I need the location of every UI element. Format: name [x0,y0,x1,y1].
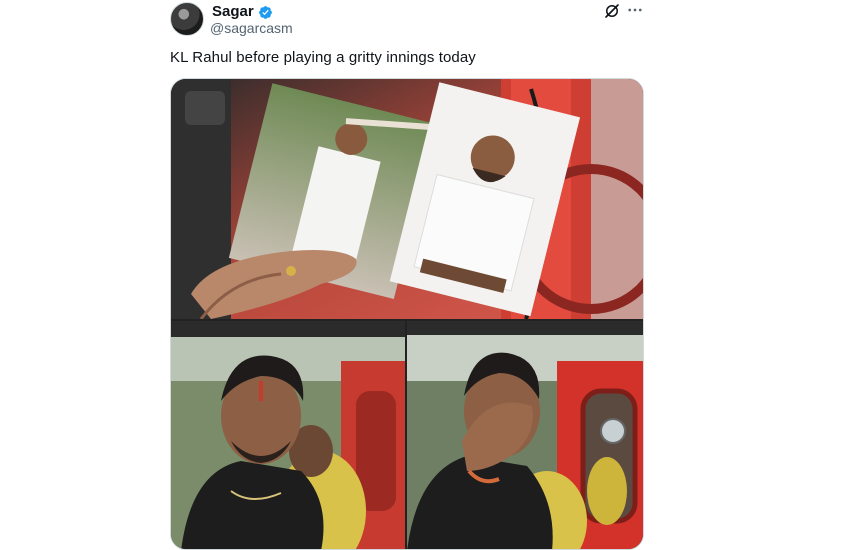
media-panel-bottom-right [407,321,643,549]
author-name-row: Sagar [212,3,273,21]
tweet-media[interactable] [170,78,644,550]
more-options-icon[interactable] [625,1,645,19]
grok-icon[interactable] [603,2,621,20]
media-panel-bottom-left [171,321,405,549]
author-avatar[interactable] [170,2,204,36]
verified-badge-icon [258,5,272,19]
tweet-text: KL Rahul before playing a gritty innings… [170,49,476,66]
author-handle[interactable]: @sagarcasm [210,20,293,36]
author-name[interactable]: Sagar [212,3,254,21]
media-panel-top [171,79,643,319]
